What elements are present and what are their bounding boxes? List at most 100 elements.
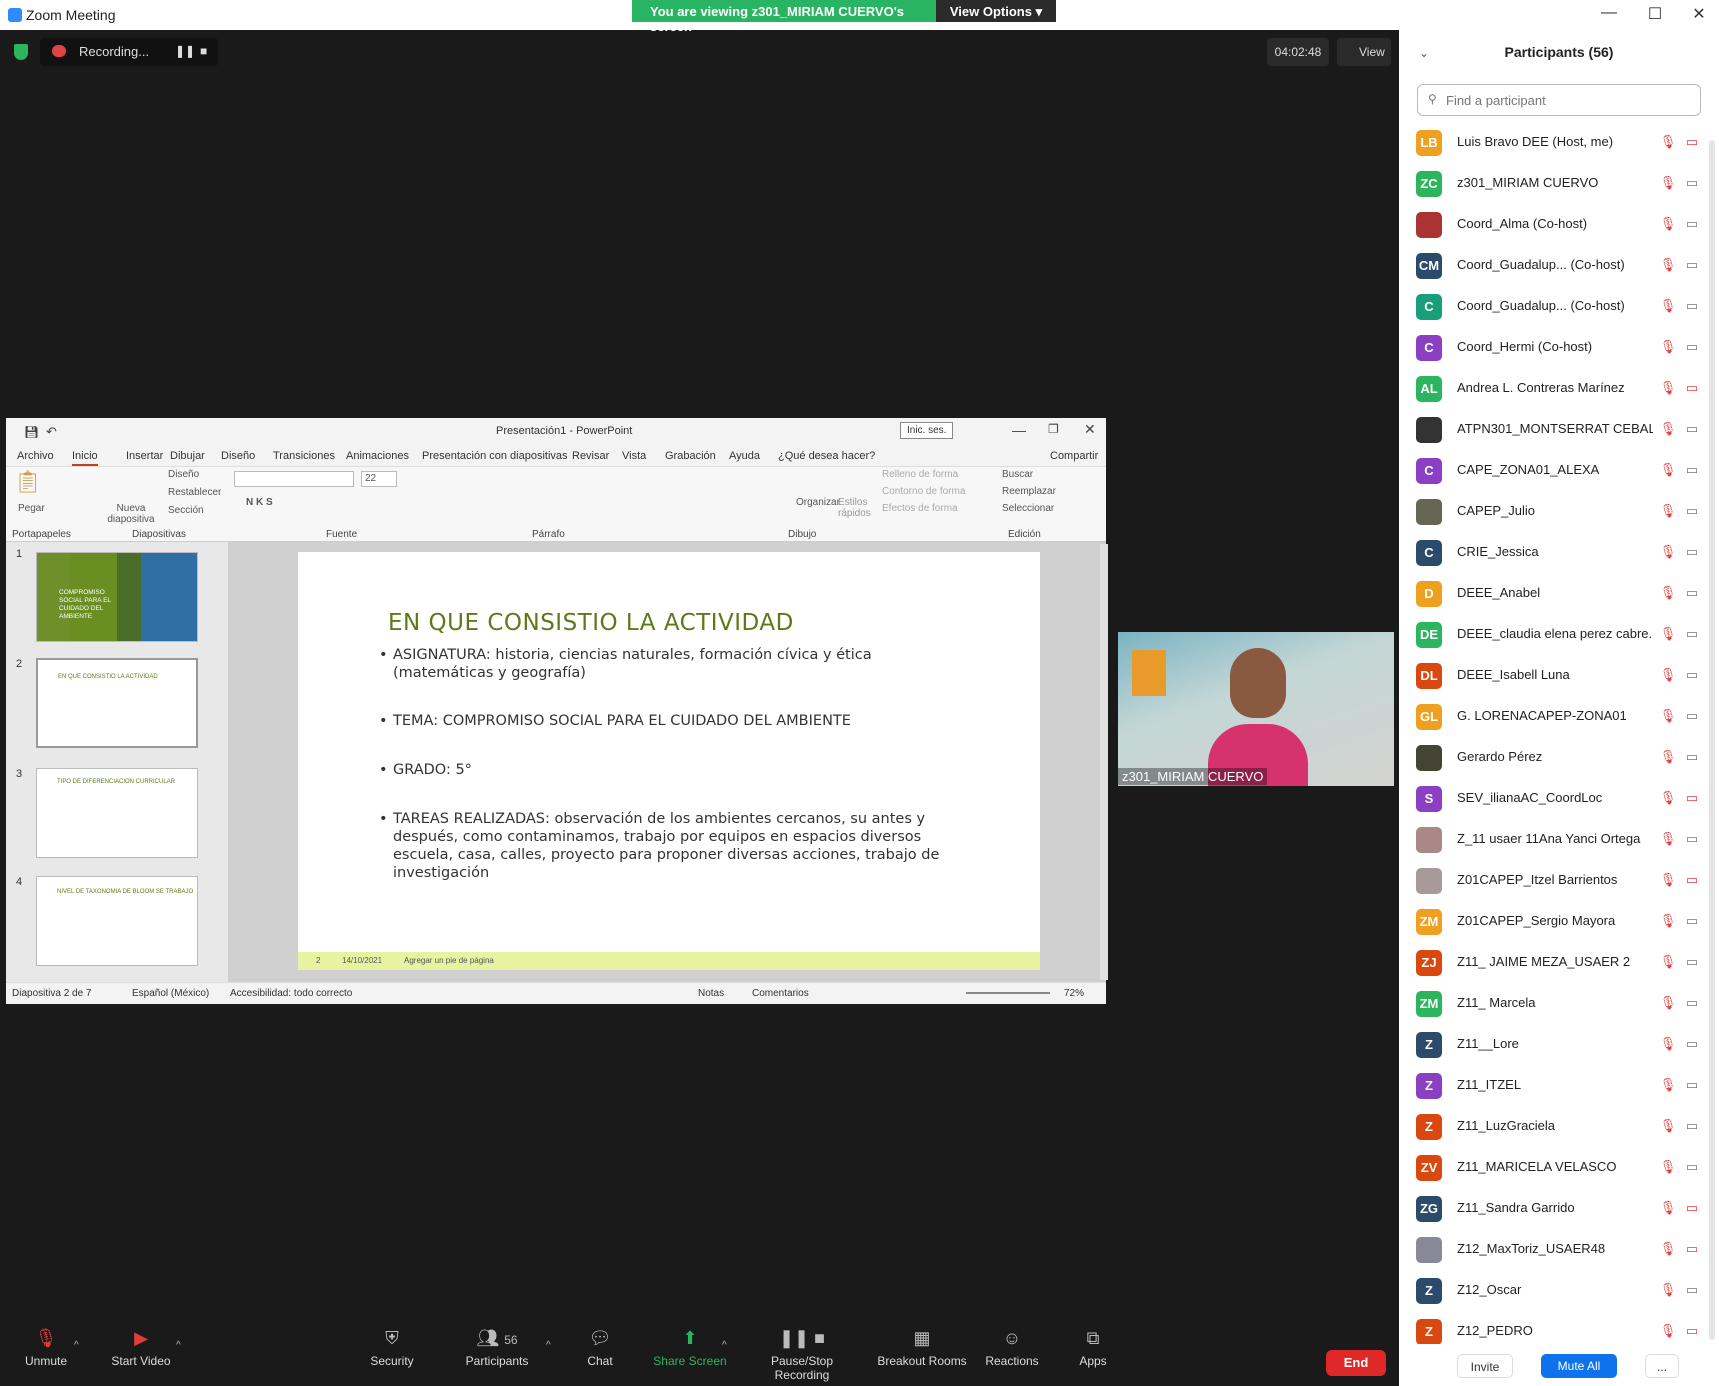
maximize-icon[interactable]: ☐ (1640, 4, 1670, 26)
tab-inicio[interactable]: Inicio (72, 450, 98, 466)
mic-muted-icon[interactable]: 🎙︎ (1659, 1158, 1677, 1176)
mic-muted-icon[interactable]: 🎙︎ (1659, 338, 1677, 356)
tab-grabacion[interactable]: Grabación (665, 450, 716, 462)
tab-diseno[interactable]: Diseño (221, 450, 255, 462)
mic-muted-icon[interactable]: 🎙︎ (1659, 1117, 1677, 1135)
comments-button[interactable]: Comentarios (752, 988, 809, 999)
participant-row[interactable]: Z01CAPEP_Itzel Barrientos 🎙︎ ▭ (1399, 860, 1719, 901)
new-slide-button[interactable]: Nueva diapositiva (104, 503, 158, 525)
camera-icon[interactable]: ▭ (1683, 1158, 1701, 1176)
end-meeting-button[interactable]: End (1326, 1350, 1386, 1376)
mic-muted-icon[interactable]: 🎙︎ (1659, 461, 1677, 479)
mic-muted-icon[interactable]: 🎙︎ (1659, 1281, 1677, 1299)
camera-icon[interactable]: ▭ (1683, 1199, 1701, 1217)
mic-muted-icon[interactable]: 🎙︎ (1659, 420, 1677, 438)
camera-icon[interactable]: ▭ (1683, 461, 1701, 479)
section-button[interactable]: Sección (168, 505, 204, 516)
more-options-button[interactable]: ... (1645, 1354, 1679, 1378)
slide-thumbnail-4[interactable]: NIVEL DE TAXONOMIA DE BLOOM SE TRABAJO (36, 876, 198, 966)
invite-button[interactable]: Invite (1457, 1354, 1513, 1378)
participant-row[interactable]: ATPN301_MONTSERRAT CEBALL... 🎙︎ ▭ (1399, 409, 1719, 450)
participant-scrollbar[interactable] (1709, 140, 1715, 1340)
mute-all-button[interactable]: Mute All (1541, 1354, 1617, 1378)
camera-icon[interactable]: ▭ (1683, 297, 1701, 315)
share-options-chevron-icon[interactable]: ^ (722, 1340, 727, 1351)
participant-row[interactable]: ZG Z11_Sandra Garrido 🎙︎ ▭ (1399, 1188, 1719, 1229)
mic-muted-icon[interactable]: 🎙︎ (1659, 830, 1677, 848)
mic-muted-icon[interactable]: 🎙︎ (1659, 994, 1677, 1012)
mic-muted-icon[interactable]: 🎙︎ (1659, 707, 1677, 725)
language-status[interactable]: Español (México) (132, 988, 209, 999)
notes-button[interactable]: Notas (698, 988, 724, 999)
participants-button[interactable]: 👥︎ 56 Participants (462, 1328, 532, 1368)
mic-muted-icon[interactable]: 🎙︎ (1659, 215, 1677, 233)
camera-icon[interactable]: ▭ (1683, 584, 1701, 602)
view-button[interactable]: View (1337, 38, 1391, 66)
camera-icon[interactable]: ▭ (1683, 256, 1701, 274)
participant-row[interactable]: C Coord_Guadalup... (Co-host) 🎙︎ ▭ (1399, 286, 1719, 327)
mic-muted-icon[interactable]: 🎙︎ (1659, 584, 1677, 602)
mic-muted-icon[interactable]: 🎙︎ (1659, 1199, 1677, 1217)
camera-icon[interactable]: ▭ (1683, 379, 1701, 397)
select-button[interactable]: Seleccionar (1002, 503, 1054, 514)
camera-icon[interactable]: ▭ (1683, 707, 1701, 725)
mic-muted-icon[interactable]: 🎙︎ (1659, 133, 1677, 151)
participant-row[interactable]: Z Z12_Oscar 🎙︎ ▭ (1399, 1270, 1719, 1311)
mic-muted-icon[interactable]: 🎙︎ (1659, 625, 1677, 643)
participant-row[interactable]: ZM Z01CAPEP_Sergio Mayora 🎙︎ ▭ (1399, 901, 1719, 942)
camera-icon[interactable]: ▭ (1683, 1281, 1701, 1299)
participant-row[interactable]: Z Z11_ITZEL 🎙︎ ▭ (1399, 1065, 1719, 1106)
tell-me-search[interactable]: ¿Qué desea hacer? (778, 450, 875, 462)
tab-presentacion[interactable]: Presentación con diapositivas (422, 450, 568, 462)
shape-fill-button[interactable]: Relleno de forma (882, 469, 958, 480)
powerpoint-window[interactable]: 💾︎ ↶ Presentación1 - PowerPoint Inic. se… (6, 418, 1108, 1004)
reactions-button[interactable]: ☺︎ Reactions (984, 1328, 1040, 1368)
participant-row[interactable]: Z Z11_LuzGraciela 🎙︎ ▭ (1399, 1106, 1719, 1147)
participant-row[interactable]: C CRIE_Jessica 🎙︎ ▭ (1399, 532, 1719, 573)
mic-muted-icon[interactable]: 🎙︎ (1659, 1035, 1677, 1053)
tab-ayuda[interactable]: Ayuda (729, 450, 760, 462)
zoom-level[interactable]: 72% (1064, 988, 1084, 999)
stop-record-icon[interactable]: ■ (200, 44, 207, 58)
camera-icon[interactable]: ▭ (1683, 666, 1701, 684)
participant-row[interactable]: C CAPE_ZONA01_ALEXA 🎙︎ ▭ (1399, 450, 1719, 491)
participant-row[interactable]: S SEV_ilianaAC_CoordLoc 🎙︎ ▭ (1399, 778, 1719, 819)
participant-row[interactable]: Z12_MaxToriz_USAER48 🎙︎ ▭ (1399, 1229, 1719, 1270)
mic-muted-icon[interactable]: 🎙︎ (1659, 871, 1677, 889)
bold-icon[interactable]: N K S (246, 497, 273, 508)
camera-icon[interactable]: ▭ (1683, 133, 1701, 151)
participants-chevron-icon[interactable]: ^ (546, 1340, 551, 1351)
tab-vista[interactable]: Vista (622, 450, 646, 462)
participant-row[interactable]: D DEEE_Anabel 🎙︎ ▭ (1399, 573, 1719, 614)
pause-stop-recording-button[interactable]: ❚❚ ■ Pause/Stop Recording (742, 1328, 862, 1382)
slide-thumbnail-1[interactable]: COMPROMISO SOCIAL PARA EL CUIDADO DEL AM… (36, 552, 198, 642)
participant-row[interactable]: Gerardo Pérez 🎙︎ ▭ (1399, 737, 1719, 778)
accessibility-status[interactable]: Accesibilidad: todo correcto (230, 988, 352, 999)
participant-row[interactable]: LB Luis Bravo DEE (Host, me) 🎙︎ ▭ (1399, 122, 1719, 163)
mic-muted-icon[interactable]: 🎙︎ (1659, 1322, 1677, 1340)
camera-icon[interactable]: ▭ (1683, 215, 1701, 233)
participant-row[interactable]: CAPEP_Julio 🎙︎ ▭ (1399, 491, 1719, 532)
view-options-button[interactable]: View Options ▾ (936, 0, 1056, 22)
quick-styles-button[interactable]: Estilos rápidos (838, 497, 878, 519)
camera-icon[interactable]: ▭ (1683, 912, 1701, 930)
ppt-restore-icon[interactable]: ❐ (1048, 422, 1059, 436)
paste-icon[interactable]: 📋︎ (14, 469, 42, 495)
save-icon[interactable]: 💾︎ (24, 425, 39, 439)
camera-icon[interactable]: ▭ (1683, 1240, 1701, 1258)
mic-muted-icon[interactable]: 🎙︎ (1659, 666, 1677, 684)
camera-icon[interactable]: ▭ (1683, 338, 1701, 356)
chat-button[interactable]: 💬︎ Chat (584, 1328, 616, 1368)
participant-row[interactable]: Z Z12_PEDRO 🎙︎ ▭ (1399, 1311, 1719, 1344)
camera-icon[interactable]: ▭ (1683, 625, 1701, 643)
layout-button[interactable]: Diseño (168, 469, 199, 480)
participant-row[interactable]: GL G. LORENACAPEP-ZONA01 🎙︎ ▭ (1399, 696, 1719, 737)
participant-row[interactable]: ZJ Z11_ JAIME MEZA_USAER 2 🎙︎ ▭ (1399, 942, 1719, 983)
participant-row[interactable]: Z_11 usaer 11Ana Yanci Ortega 🎙︎ ▭ (1399, 819, 1719, 860)
ppt-minimize-icon[interactable]: — (1012, 422, 1026, 438)
font-family-select[interactable] (234, 471, 354, 487)
mic-muted-icon[interactable]: 🎙︎ (1659, 748, 1677, 766)
font-size-select[interactable]: 22 (361, 471, 397, 487)
mic-muted-icon[interactable]: 🎙︎ (1659, 502, 1677, 520)
mic-muted-icon[interactable]: 🎙︎ (1659, 1076, 1677, 1094)
